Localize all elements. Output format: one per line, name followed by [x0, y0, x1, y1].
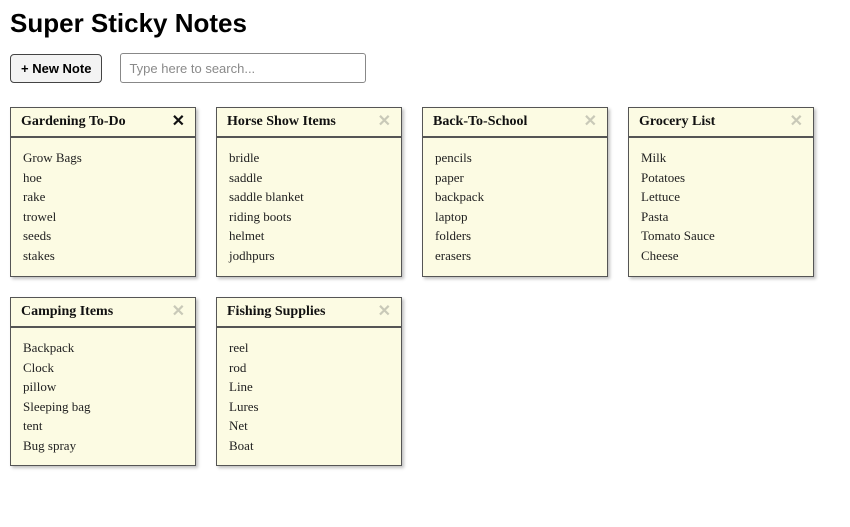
notes-board: Gardening To-Do ✕ Grow Bagshoeraketrowelse…: [10, 107, 840, 466]
note-title[interactable]: Fishing Supplies: [227, 304, 325, 320]
note-card[interactable]: Camping Items ✕ BackpackClockpillowSleepin…: [10, 297, 196, 466]
note-title[interactable]: Camping Items: [21, 304, 113, 320]
note-item: Line: [229, 377, 389, 397]
note-item: laptop: [435, 207, 595, 227]
note-header: horse Show items ✕: [217, 108, 401, 138]
note-title[interactable]: Grocery List: [639, 114, 715, 130]
note-item: folders: [435, 226, 595, 246]
note-title[interactable]: Gardening To-Do: [21, 114, 126, 130]
note-item: Lettuce: [641, 187, 801, 207]
close-icon[interactable]: ✕: [376, 114, 393, 130]
note-card[interactable]: back-to-school ✕ pencilspaperbackpacklapto…: [422, 107, 608, 277]
note-item: bridle: [229, 148, 389, 168]
note-body[interactable]: reelrodLineLuresNetBoat: [217, 328, 401, 465]
note-item: Pasta: [641, 207, 801, 227]
note-item: pencils: [435, 148, 595, 168]
note-item: Tomato Sauce: [641, 226, 801, 246]
note-item: Boat: [229, 436, 389, 456]
note-item: jodhpurs: [229, 246, 389, 266]
close-icon[interactable]: ✕: [582, 114, 599, 130]
note-item: stakes: [23, 246, 183, 266]
close-icon[interactable]: ✕: [170, 114, 187, 130]
note-item: Potatoes: [641, 168, 801, 188]
note-item: helmet: [229, 226, 389, 246]
note-header: Grocery List ✕: [629, 108, 813, 138]
close-icon[interactable]: ✕: [788, 114, 805, 130]
note-item: Clock: [23, 358, 183, 378]
note-body[interactable]: MilkPotatoesLettucePastaTomato SauceChee…: [629, 138, 813, 275]
note-item: Milk: [641, 148, 801, 168]
note-title[interactable]: back-to-school: [433, 114, 527, 130]
note-item: saddle: [229, 168, 389, 188]
note-item: seeds: [23, 226, 183, 246]
note-header: Gardening To-Do ✕: [11, 108, 195, 138]
new-note-button[interactable]: + New Note: [10, 54, 102, 83]
note-item: Sleeping bag: [23, 397, 183, 417]
note-body[interactable]: pencilspaperbackpacklaptopfolderserasers: [423, 138, 607, 275]
note-header: Fishing Supplies ✕: [217, 298, 401, 328]
note-item: Grow Bags: [23, 148, 183, 168]
note-item: hoe: [23, 168, 183, 188]
note-item: Cheese: [641, 246, 801, 266]
note-card[interactable]: Fishing Supplies ✕ reelrodLineLuresNetBoat: [216, 297, 402, 466]
note-item: pillow: [23, 377, 183, 397]
note-title[interactable]: horse Show items: [227, 114, 336, 130]
note-body[interactable]: BackpackClockpillowSleeping bagtentBug s…: [11, 328, 195, 465]
note-item: erasers: [435, 246, 595, 266]
note-body[interactable]: bridlesaddlesaddle blanketriding bootshe…: [217, 138, 401, 275]
note-item: reel: [229, 338, 389, 358]
close-icon[interactable]: ✕: [376, 304, 393, 320]
note-item: saddle blanket: [229, 187, 389, 207]
close-icon[interactable]: ✕: [170, 304, 187, 320]
note-card[interactable]: Grocery List ✕ MilkPotatoesLettucePastaTom…: [628, 107, 814, 277]
note-item: backpack: [435, 187, 595, 207]
note-item: Lures: [229, 397, 389, 417]
note-item: trowel: [23, 207, 183, 227]
note-card[interactable]: horse Show items ✕ bridlesaddlesaddle blan…: [216, 107, 402, 277]
note-item: paper: [435, 168, 595, 188]
note-item: Net: [229, 416, 389, 436]
note-body[interactable]: Grow Bagshoeraketrowelseedsstakes: [11, 138, 195, 276]
note-item: rod: [229, 358, 389, 378]
note-item: Backpack: [23, 338, 183, 358]
note-header: back-to-school ✕: [423, 108, 607, 138]
note-item: riding boots: [229, 207, 389, 227]
app-title: Super Sticky Notes: [10, 8, 840, 39]
note-item: tent: [23, 416, 183, 436]
toolbar: + New Note: [10, 53, 840, 83]
note-header: Camping Items ✕: [11, 298, 195, 328]
note-card[interactable]: Gardening To-Do ✕ Grow Bagshoeraketrowelse…: [10, 107, 196, 277]
search-input[interactable]: [120, 53, 366, 83]
note-item: rake: [23, 187, 183, 207]
note-item: Bug spray: [23, 436, 183, 456]
